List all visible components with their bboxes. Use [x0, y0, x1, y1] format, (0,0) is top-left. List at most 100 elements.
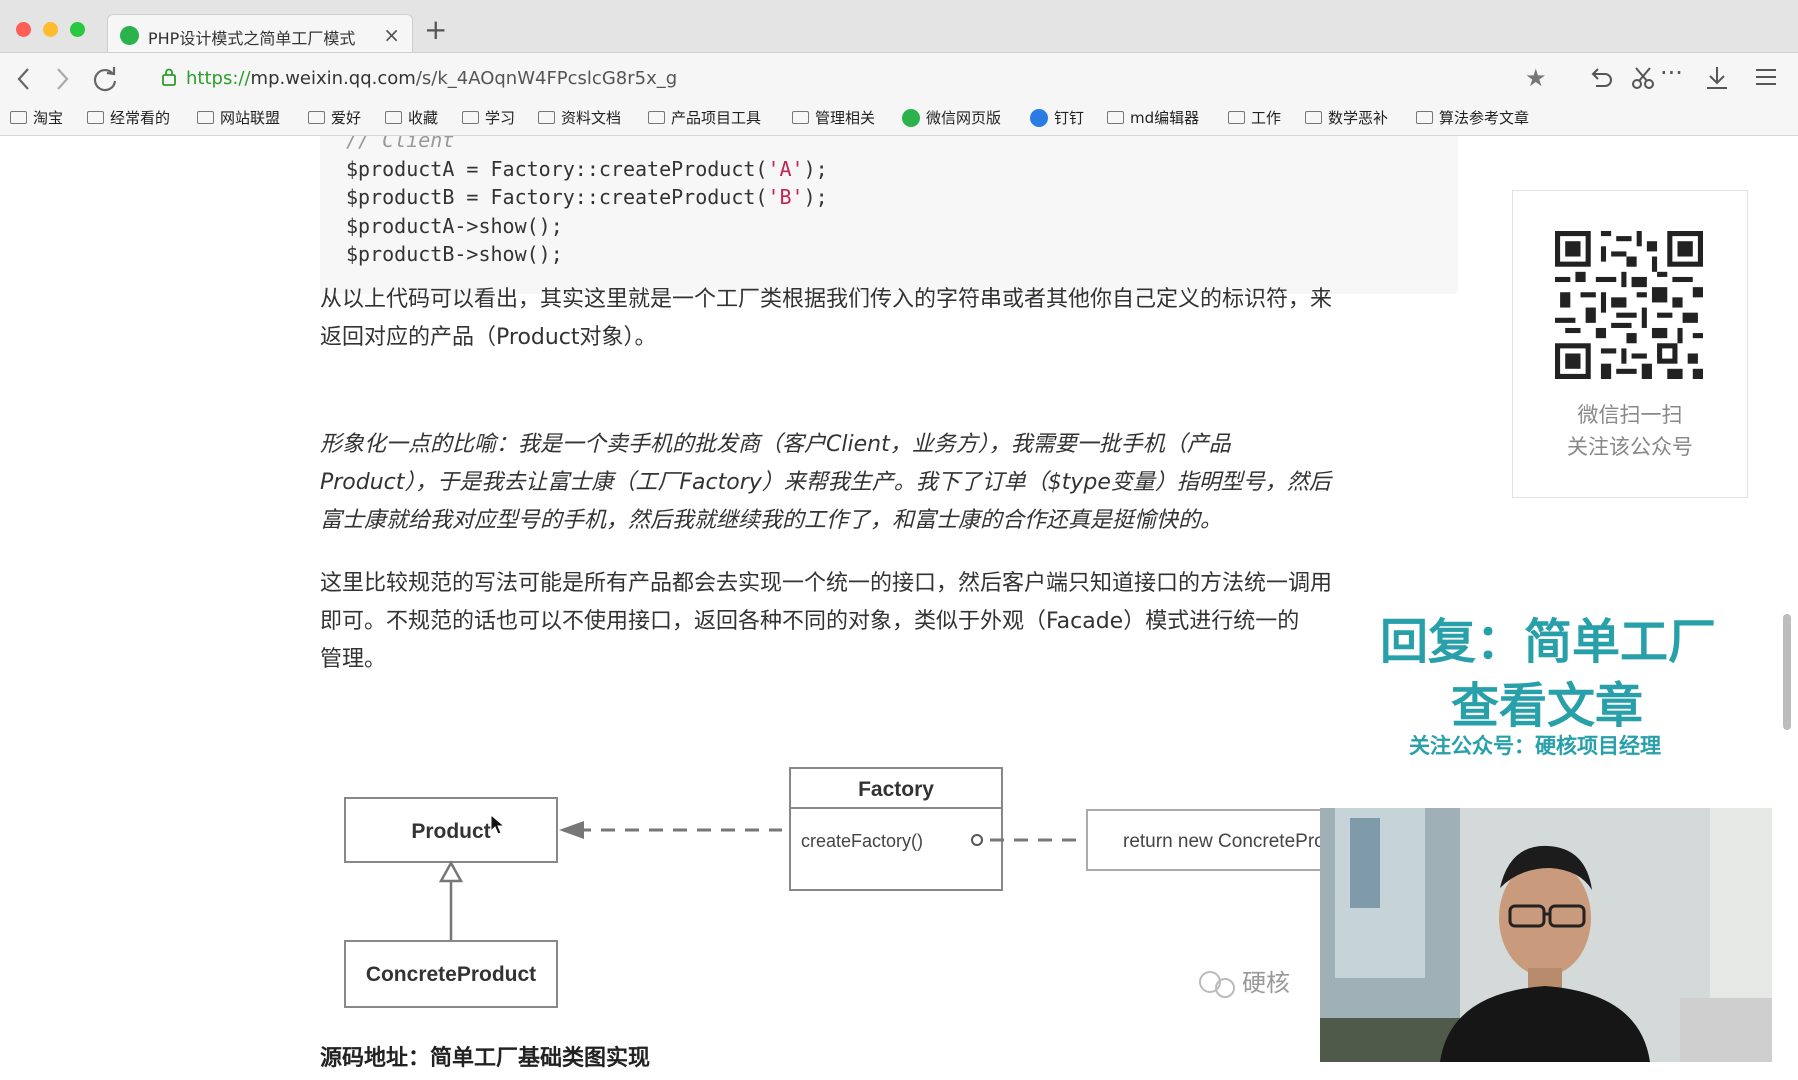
mouse-cursor-icon [490, 814, 506, 835]
tab-close-button[interactable]: × [383, 23, 400, 47]
bookmark-label: 资料文档 [561, 109, 622, 127]
bookmark-item[interactable]: 工作 [1228, 107, 1281, 128]
folder-icon [10, 111, 27, 124]
folder-icon [1107, 111, 1124, 124]
bookmark-item[interactable]: 产品项目工具 [648, 107, 761, 128]
concrete-label: ConcreteProduct [366, 963, 536, 986]
bookmark-label: md编辑器 [1130, 109, 1200, 127]
qr-code-image [1555, 231, 1703, 379]
folder-icon [87, 111, 104, 124]
browser-tab[interactable]: PHP设计模式之简单工厂模式 × [107, 14, 413, 52]
note-anchor [971, 834, 983, 846]
bookmark-item[interactable]: 微信网页版 [902, 107, 1001, 128]
bookmark-label: 爱好 [331, 109, 362, 127]
arrow-head [559, 821, 584, 839]
webcam-overlay [1320, 808, 1772, 1062]
qr-caption-line2: 关注该公众号 [1567, 435, 1693, 459]
bookmark-label: 经常看的 [110, 109, 171, 127]
uml-diagram: Product Factory createFactory() return n… [344, 767, 1428, 1008]
bookmark-label: 钉钉 [1054, 109, 1085, 127]
watermark-logo: 硬核 [1199, 970, 1290, 998]
back-icon[interactable] [16, 67, 32, 91]
bookmark-item[interactable]: 网站联盟 [197, 107, 280, 128]
window-titlebar: PHP设计模式之简单工厂模式 × + [0, 0, 1798, 53]
download-icon[interactable] [1704, 65, 1730, 91]
more-icon[interactable]: ··· [1660, 61, 1683, 85]
folder-icon [1416, 111, 1433, 124]
reload-icon[interactable] [92, 66, 118, 92]
folder-icon [648, 111, 665, 124]
bookmark-item[interactable]: 数学恶补 [1305, 107, 1388, 128]
close-window-button[interactable] [16, 22, 31, 37]
address-bar[interactable]: https://mp.weixin.qq.com/s/k_4AOqnW4FPcs… [186, 68, 677, 89]
watermark-text: 硬核 [1242, 970, 1290, 997]
paragraph-line: 管理。 [320, 647, 387, 672]
bookmark-item[interactable]: 收藏 [385, 107, 438, 128]
url-host: mp.weixin.qq.com [250, 68, 416, 89]
forward-icon[interactable] [54, 67, 70, 91]
source-code-link[interactable]: 源码地址：简单工厂基础类图实现 [320, 1040, 650, 1072]
bookmark-item[interactable]: 学习 [462, 107, 515, 128]
bookmark-label: 学习 [485, 109, 516, 127]
webcam-image [1320, 808, 1772, 1062]
page-scrollbar[interactable] [1783, 614, 1791, 730]
bookmark-item[interactable]: 算法参考文章 [1416, 107, 1529, 128]
bookmark-item[interactable]: 钉钉 [1030, 107, 1084, 128]
code-text: ); [803, 156, 828, 181]
paragraph-line: 即可。不规范的话也可以不使用接口，返回各种不同的对象，类似于外观（Facade）… [320, 609, 1300, 634]
factory-method: createFactory() [801, 831, 923, 851]
code-string: 'B' [767, 185, 804, 209]
paragraph-line: 返回对应的产品（Product对象）。 [320, 325, 657, 350]
code-block: // Client $productA = Factory::createPro… [320, 136, 1458, 294]
url-scheme: https:// [186, 68, 251, 89]
dingtalk-icon [1030, 108, 1048, 127]
tab-title: PHP设计模式之简单工厂模式 [148, 29, 356, 48]
navigation-bar: https://mp.weixin.qq.com/s/k_4AOqnW4FPcs… [0, 53, 1798, 103]
paragraph-line: 从以上代码可以看出，其实这里就是一个工厂类根据我们传入的字符串或者其他你自己定义… [320, 287, 1333, 312]
product-label: Product [411, 820, 490, 843]
folder-icon [792, 111, 809, 124]
folder-icon [462, 111, 479, 124]
code-text: $productA->show(); [346, 213, 563, 238]
wechat-icon [902, 108, 920, 127]
url-path: /s/k_4AOqnW4FPcslcG8r5x_g [415, 68, 678, 89]
bookmark-label: 网站联盟 [220, 109, 281, 127]
folder-icon [1305, 111, 1322, 124]
overlay-reply-text: 回复：简单工厂 [1380, 614, 1717, 670]
bookmark-label: 淘宝 [33, 109, 64, 127]
code-text: $productA = Factory::createProduct( [346, 156, 768, 181]
paragraph-2: 形象化一点的比喻：我是一个卖手机的批发商（客户Client，业务方），我需要一批… [320, 426, 1460, 540]
code-text: $productB = Factory::createProduct( [346, 185, 768, 209]
wechat-icon [120, 26, 139, 45]
bookmark-label: 产品项目工具 [671, 109, 762, 127]
paragraph-line: 富士康就给我对应型号的手机，然后我就继续我的工作了，和富士康的合作还真是挺愉快的… [320, 508, 1223, 533]
factory-label: Factory [858, 778, 934, 801]
code-string: 'A' [767, 156, 804, 181]
minimize-window-button[interactable] [43, 22, 58, 37]
bookmark-label: 算法参考文章 [1439, 109, 1530, 127]
bookmark-item[interactable]: 爱好 [308, 107, 361, 128]
bookmarks-bar: 淘宝 经常看的 网站联盟 爱好 收藏 学习 资料文档 产品项目工具 管理相关 微… [0, 103, 1798, 136]
paragraph-line: Product），于是我去让富士康（工厂Factory）来帮我生产。我下了订单（… [320, 470, 1331, 495]
undo-icon[interactable] [1588, 65, 1614, 91]
bookmark-item[interactable]: md编辑器 [1107, 107, 1199, 128]
bookmark-label: 管理相关 [815, 109, 876, 127]
bookmark-label: 收藏 [408, 109, 439, 127]
bookmark-item[interactable]: 资料文档 [538, 107, 621, 128]
paragraph-3: 这里比较规范的写法可能是所有产品都会去实现一个统一的接口，然后客户端只知道接口的… [320, 565, 1460, 679]
qr-caption-line1: 微信扫一扫 [1577, 403, 1683, 427]
new-tab-button[interactable]: + [424, 16, 447, 44]
bookmark-item[interactable]: 淘宝 [10, 107, 63, 128]
bookmark-item[interactable]: 经常看的 [87, 107, 170, 128]
overlay-follow-text: 关注公众号：硬核项目经理 [1409, 734, 1661, 758]
star-icon[interactable]: ★ [1525, 66, 1547, 90]
paragraph-line: 形象化一点的比喻：我是一个卖手机的批发商（客户Client，业务方），我需要一批… [320, 432, 1231, 457]
bookmark-label: 工作 [1251, 109, 1282, 127]
menu-icon[interactable] [1754, 65, 1778, 89]
inheritance-arrow [438, 860, 464, 883]
code-text: ); [803, 185, 828, 209]
zoom-window-button[interactable] [70, 22, 85, 37]
screenshot-icon[interactable] [1630, 65, 1656, 91]
bookmark-item[interactable]: 管理相关 [792, 107, 875, 128]
folder-icon [1228, 111, 1245, 124]
